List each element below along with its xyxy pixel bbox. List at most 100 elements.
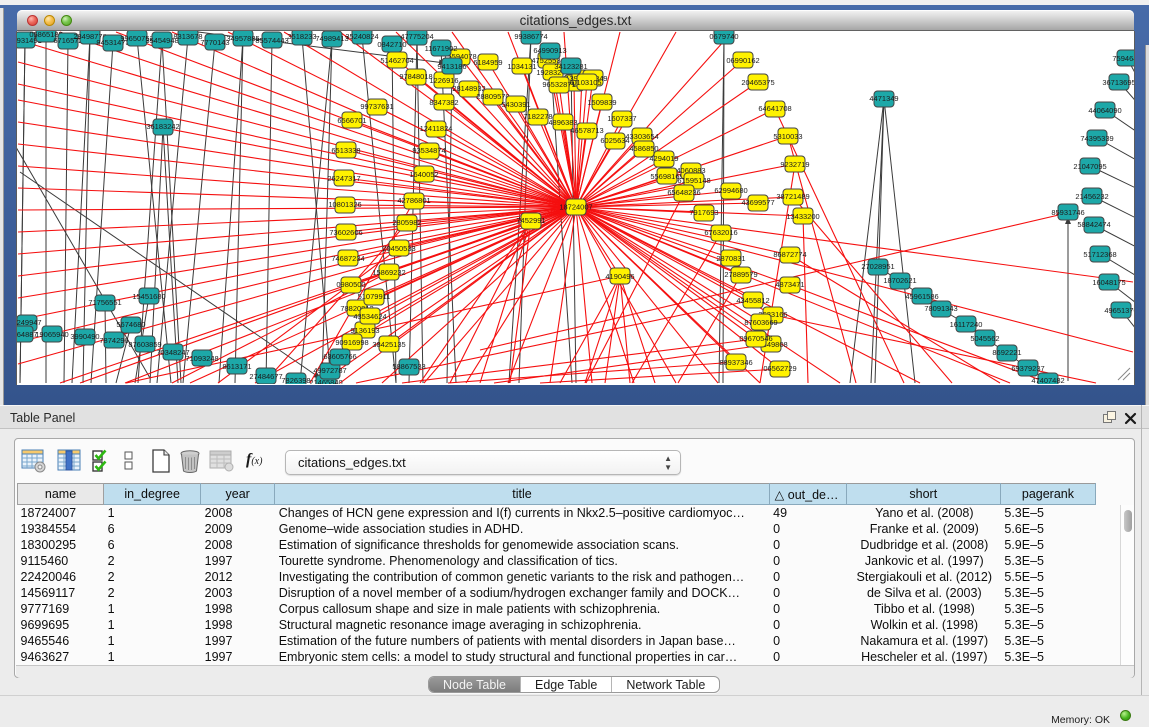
svg-text:64990913: 64990913 [533,46,566,55]
svg-text:0679740: 0679740 [709,32,738,41]
svg-text:90916998: 90916998 [335,338,368,347]
svg-text:74989413: 74989413 [315,34,348,43]
svg-text:1509839: 1509839 [587,98,616,107]
svg-text:7594647: 7594647 [1112,54,1134,63]
svg-text:5045562: 5045562 [970,334,999,343]
svg-text:74687234: 74687234 [331,254,364,263]
svg-text:6513338: 6513338 [331,146,360,155]
svg-text:27889579: 27889579 [724,270,757,279]
svg-text:8613171: 8613171 [222,362,251,371]
svg-text:15869232: 15869232 [372,268,405,277]
svg-text:8347382: 8347382 [429,98,458,107]
svg-text:99737631: 99737631 [360,102,393,111]
svg-text:1640052: 1640052 [409,170,438,179]
svg-text:6184959: 6184959 [473,58,502,67]
svg-text:18702621: 18702621 [883,276,916,285]
svg-text:06562729: 06562729 [763,364,796,373]
svg-text:73602606: 73602606 [329,228,362,237]
svg-text:51712368: 51712368 [1083,250,1116,259]
svg-text:61595148: 61595148 [677,176,710,185]
svg-text:26247317: 26247317 [327,174,360,183]
svg-text:62994680: 62994680 [714,186,747,195]
svg-text:88937346: 88937346 [719,358,752,367]
svg-text:34123281: 34123281 [554,62,587,71]
svg-text:58867533: 58867533 [392,362,425,371]
svg-text:69379237: 69379237 [1011,364,1044,373]
svg-text:36713695: 36713695 [1102,78,1134,87]
svg-text:71756551: 71756551 [88,298,121,307]
svg-text:8313678: 8313678 [173,32,202,41]
svg-text:44064090: 44064090 [1088,106,1121,115]
svg-text:99386774: 99386774 [514,32,547,41]
svg-text:43303654: 43303654 [625,132,658,141]
svg-text:4471349: 4471349 [869,94,898,103]
svg-text:20465375: 20465375 [741,78,774,87]
svg-text:74395339: 74395339 [1080,134,1113,143]
svg-text:97848018: 97848018 [399,72,432,81]
svg-text:2870831: 2870831 [716,254,745,263]
svg-text:42786801: 42786801 [397,196,430,205]
svg-text:51462704: 51462704 [380,56,413,65]
svg-text:7874296: 7874296 [99,336,128,345]
svg-text:46578713: 46578713 [570,126,603,135]
svg-text:16048175: 16048175 [1092,278,1125,287]
svg-text:35240824: 35240824 [345,32,378,41]
svg-text:4190496: 4190496 [605,272,634,281]
svg-text:4873471: 4873471 [775,280,804,289]
svg-text:47775204: 47775204 [400,32,433,41]
svg-text:49972787: 49972787 [313,366,346,375]
svg-text:10801326: 10801326 [328,200,361,209]
svg-text:15451680: 15451680 [132,292,165,301]
svg-text:1607337: 1607337 [607,114,636,123]
svg-text:27484677: 27484677 [249,372,282,381]
svg-text:2805982: 2805982 [392,218,421,227]
svg-text:6566701: 6566701 [337,116,366,125]
svg-text:0842710: 0842710 [377,40,406,49]
svg-text:86872774: 86872774 [773,250,806,259]
svg-text:13433200: 13433200 [786,212,819,221]
svg-text:38721489: 38721489 [776,192,809,201]
svg-text:7917693: 7917693 [689,208,718,217]
svg-text:85931746: 85931746 [1051,208,1084,217]
svg-text:51079911: 51079911 [358,292,391,301]
svg-text:36183242: 36183242 [146,122,179,131]
svg-text:64641708: 64641708 [758,104,791,113]
svg-text:4586850: 4586850 [629,144,658,153]
svg-text:3518233: 3518233 [287,32,316,41]
svg-text:58842474: 58842474 [1077,220,1110,229]
svg-text:7452991: 7452991 [516,216,545,225]
svg-text:43699577: 43699577 [741,198,774,207]
svg-text:18724007: 18724007 [559,203,592,212]
svg-text:45961586: 45961586 [905,292,938,301]
svg-text:63605766: 63605766 [323,352,356,361]
svg-text:7770143: 7770143 [200,38,229,47]
svg-text:5310033: 5310033 [773,132,802,141]
svg-text:0980500: 0980500 [336,280,365,289]
svg-text:4294019: 4294019 [649,154,678,163]
svg-text:09670546: 09670546 [739,334,772,343]
svg-text:9232719: 9232719 [780,160,809,169]
svg-text:43534624: 43534624 [353,312,386,321]
svg-text:85574443: 85574443 [255,36,288,45]
svg-text:67632016: 67632016 [704,228,737,237]
svg-text:0103105: 0103105 [572,78,601,87]
svg-text:47407482: 47407482 [1031,376,1064,384]
svg-text:49651370: 49651370 [1104,306,1134,315]
svg-text:96532871: 96532871 [542,80,575,89]
svg-text:3990490: 3990490 [70,332,99,341]
svg-text:20450533: 20450533 [382,244,415,253]
svg-text:21456232: 21456232 [1075,192,1108,201]
svg-text:11671902: 11671902 [425,44,458,53]
svg-text:19065940: 19065940 [35,330,68,339]
svg-text:71093248: 71093248 [185,354,218,363]
svg-text:27028951: 27028951 [861,262,894,271]
svg-text:21047095: 21047095 [1073,162,1106,171]
svg-text:93534874: 93534874 [412,146,445,155]
svg-text:16117240: 16117240 [950,320,983,329]
svg-text:7826398: 7826398 [281,376,310,384]
svg-text:87603669: 87603669 [744,318,777,327]
svg-text:8692221: 8692221 [992,348,1021,357]
svg-text:65648236: 65648236 [667,188,700,197]
svg-text:78091343: 78091343 [924,304,957,313]
svg-text:5674680: 5674680 [116,320,145,329]
